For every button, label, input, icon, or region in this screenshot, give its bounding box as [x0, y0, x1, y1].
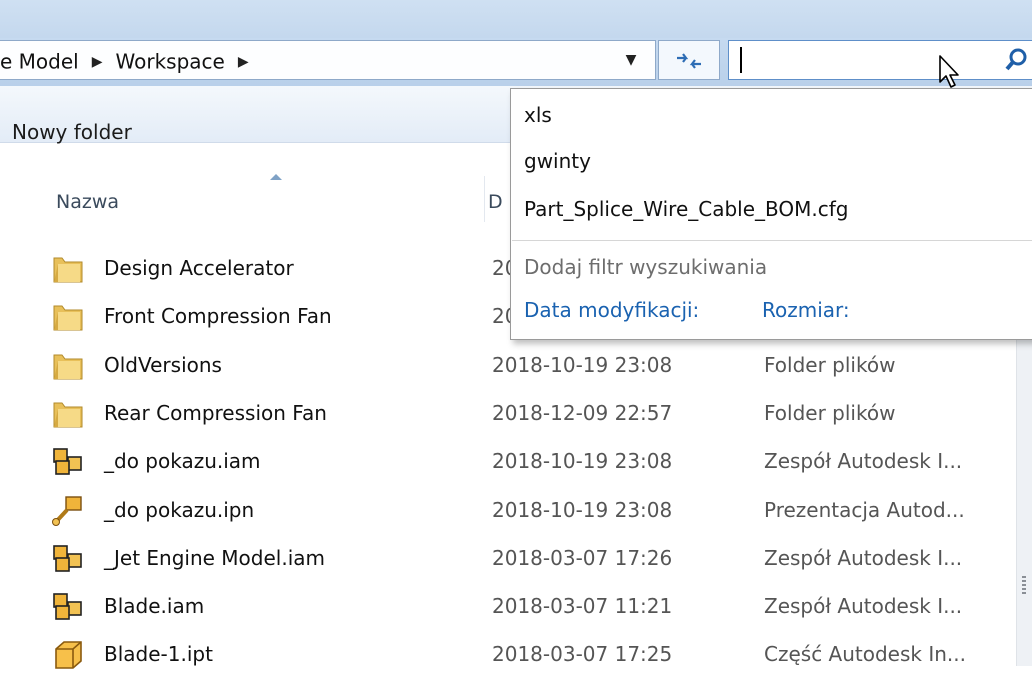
file-type: Folder plików [764, 353, 896, 377]
breadcrumb: e Model ▶ Workspace ▶ [0, 48, 262, 74]
file-row[interactable]: Blade.iam 2018-03-07 11:21 Zespół Autodesk… [0, 584, 1020, 630]
suggestion-item[interactable]: gwinty [524, 149, 591, 173]
file-name: _do pokazu.ipn [104, 498, 255, 522]
assembly-icon [50, 590, 86, 624]
file-name: Design Accelerator [104, 256, 294, 280]
search-input[interactable] [728, 40, 1032, 80]
mouse-cursor-icon [939, 55, 959, 88]
presentation-icon [50, 494, 86, 528]
file-date-modified: 2018-10-19 23:08 [492, 449, 673, 473]
file-row[interactable]: Rear Compression Fan 2018-12-09 22:57 Fold… [0, 391, 1020, 437]
folder-icon [50, 252, 86, 286]
filter-size-link[interactable]: Rozmiar: [762, 298, 850, 322]
file-type: Zespół Autodesk I... [764, 449, 963, 473]
file-type: Część Autodesk In... [764, 642, 966, 666]
column-divider[interactable] [484, 176, 485, 222]
text-caret [740, 47, 742, 73]
assembly-icon [50, 445, 86, 479]
file-row[interactable]: _do pokazu.iam 2018-10-19 23:08 Zespół Aut… [0, 439, 1020, 485]
file-date-modified: 2018-03-07 11:21 [492, 594, 673, 618]
suggestion-item[interactable]: xls [524, 103, 552, 127]
sort-ascending-icon [270, 174, 282, 180]
refresh-button[interactable] [658, 40, 720, 80]
address-history-dropdown-icon[interactable]: ▼ [620, 52, 642, 70]
folder-icon [50, 397, 86, 431]
refresh-icon [677, 53, 701, 69]
file-type: Prezentacja Autod... [764, 498, 965, 522]
add-search-filter-label: Dodaj filtr wyszukiwania [524, 255, 768, 279]
file-date-modified: 2018-12-09 22:57 [492, 401, 673, 425]
file-row[interactable]: Blade-1.ipt 2018-03-07 17:25 Część Autodes… [0, 632, 1020, 678]
breadcrumb-arrow-icon[interactable]: ▶ [92, 54, 103, 70]
search-icon[interactable] [1004, 46, 1032, 74]
file-date-modified: 2018-10-19 23:08 [492, 353, 673, 377]
filter-date-modified-link[interactable]: Data modyfikacji: [524, 298, 699, 322]
file-name: Front Compression Fan [104, 304, 332, 328]
window-top-frame [0, 0, 1032, 38]
file-row[interactable]: OldVersions 2018-10-19 23:08 Folder plików [0, 343, 1020, 389]
breadcrumb-item-workspace[interactable]: Workspace [116, 50, 225, 74]
column-header-date[interactable]: D [488, 191, 503, 213]
breadcrumb-arrow-icon[interactable]: ▶ [238, 54, 249, 70]
file-name: Blade.iam [104, 594, 205, 618]
file-name: _do pokazu.iam [104, 449, 261, 473]
file-type: Zespół Autodesk I... [764, 546, 963, 570]
file-date-modified: 2018-03-07 17:25 [492, 642, 673, 666]
file-row[interactable]: _do pokazu.ipn 2018-10-19 23:08 Prezentacj… [0, 488, 1020, 534]
new-folder-button[interactable]: Nowy folder [12, 120, 132, 144]
scrollbar-grip[interactable] [1022, 576, 1026, 594]
file-name: OldVersions [104, 353, 222, 377]
column-header-name[interactable]: Nazwa [56, 191, 119, 213]
file-name: _Jet Engine Model.iam [104, 546, 326, 570]
file-name: Rear Compression Fan [104, 401, 327, 425]
file-row[interactable]: _Jet Engine Model.iam 2018-03-07 17:26 Zes… [0, 536, 1020, 582]
part-icon [50, 638, 86, 672]
assembly-icon [50, 542, 86, 576]
popup-divider [512, 240, 1032, 241]
folder-icon [50, 300, 86, 334]
file-name: Blade-1.ipt [104, 642, 213, 666]
file-type: Zespół Autodesk I... [764, 594, 963, 618]
file-date-modified: 2018-03-07 17:26 [492, 546, 673, 570]
file-type: Folder plików [764, 401, 896, 425]
folder-icon [50, 349, 86, 383]
file-date-modified: 2018-10-19 23:08 [492, 498, 673, 522]
suggestion-item[interactable]: Part_Splice_Wire_Cable_BOM.cfg [524, 197, 849, 221]
breadcrumb-item-model[interactable]: e Model [0, 50, 79, 74]
